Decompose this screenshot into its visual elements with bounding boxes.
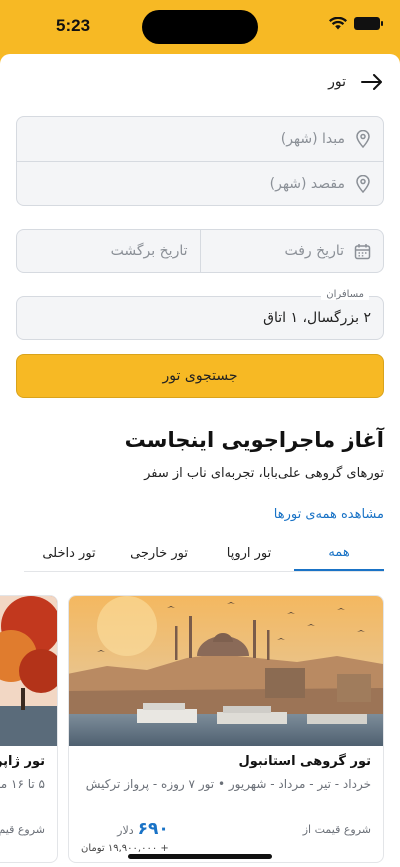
card-price-area: شروع قیمت از ۶۹۰ دلار + ۱۹,۹۰۰,۰۰۰ تومان — [81, 819, 371, 854]
price-block: ۶۹۰ دلار + ۱۹,۹۰۰,۰۰۰ تومان — [81, 819, 169, 854]
tab-international[interactable]: تور خارجی — [114, 536, 204, 571]
price-value: ۶۹۰ — [137, 819, 169, 839]
location-pin-icon — [356, 130, 370, 148]
depart-date-placeholder: تاریخ رفت — [284, 243, 344, 259]
japan-photo — [0, 596, 57, 746]
promo-title: آغاز ماجراجویی اینجاست — [124, 428, 384, 452]
tour-card-istanbul[interactable]: تور گروهی استانبول خرداد - تیر - مرداد -… — [68, 595, 384, 863]
destination-field[interactable]: مقصد (شهر) — [17, 161, 383, 205]
return-date-placeholder: تاریخ برگشت — [110, 243, 188, 259]
card-title: تور ژاپن — [0, 754, 45, 769]
view-all-tours-link[interactable]: مشاهده همه‌ی تورها — [16, 507, 384, 522]
wifi-icon — [329, 17, 347, 30]
destination-placeholder: مقصد (شهر) — [269, 175, 345, 192]
page-title: تور — [328, 74, 346, 90]
date-fields: تاریخ رفت تاریخ برگشت — [16, 229, 384, 273]
promo-subtitle: تورهای گروهی علی‌بابا، تجربه‌ای ناب از س… — [144, 466, 384, 481]
price-toman: + ۱۹,۹۰۰,۰۰۰ تومان — [81, 843, 169, 854]
tour-search-sheet: تور مبدا (شهر) مقصد (شهر) تاریخ رفت تاری… — [0, 54, 400, 867]
price-from-label: شروع قیم — [0, 823, 45, 836]
tour-card-japan[interactable]: تور ژاپن ۵ تا ۱۶ مر شروع قیم — [0, 595, 58, 863]
tab-europe[interactable]: تور اروپا — [204, 536, 294, 571]
origin-field[interactable]: مبدا (شهر) — [17, 117, 383, 161]
passengers-value: ۲ بزرگسال، ۱ اتاق — [263, 310, 371, 326]
status-time: 5:23 — [56, 16, 91, 35]
card-meta: خرداد - تیر - مرداد - شهریور • تور ۷ روز… — [85, 777, 371, 791]
route-fields: مبدا (شهر) مقصد (شهر) — [16, 116, 384, 206]
status-icons — [329, 17, 383, 30]
header: تور — [0, 54, 400, 110]
search-tour-button[interactable]: جستجوی تور — [16, 354, 384, 398]
location-pin-icon — [356, 174, 370, 193]
back-arrow-icon[interactable] — [360, 70, 384, 94]
passengers-label: مسافران — [321, 289, 369, 300]
card-meta: ۵ تا ۱۶ مر — [0, 777, 45, 791]
calendar-icon — [354, 243, 371, 259]
tour-category-tabs: همه تور اروپا تور خارجی تور داخلی — [24, 536, 384, 572]
istanbul-photo — [69, 596, 383, 746]
price-currency: دلار — [117, 824, 134, 837]
return-date-field[interactable]: تاریخ برگشت — [17, 230, 201, 272]
battery-icon — [354, 17, 383, 30]
tour-cards-carousel: تور گروهی استانبول خرداد - تیر - مرداد -… — [0, 595, 384, 867]
status-bar: 5:23 — [0, 0, 400, 54]
card-title: تور گروهی استانبول — [238, 754, 371, 769]
passengers-field[interactable]: مسافران ۲ بزرگسال، ۱ اتاق — [16, 289, 384, 340]
origin-placeholder: مبدا (شهر) — [280, 131, 345, 147]
dynamic-island — [142, 10, 258, 44]
price-from-label: شروع قیمت از — [302, 823, 371, 836]
tab-all[interactable]: همه — [294, 536, 384, 571]
depart-date-field[interactable]: تاریخ رفت — [201, 230, 384, 272]
card-price-area: شروع قیم — [0, 823, 45, 854]
home-indicator — [128, 854, 272, 859]
tab-domestic[interactable]: تور داخلی — [24, 536, 114, 571]
promo-section: آغاز ماجراجویی اینجاست تورهای گروهی علی‌… — [0, 428, 400, 522]
